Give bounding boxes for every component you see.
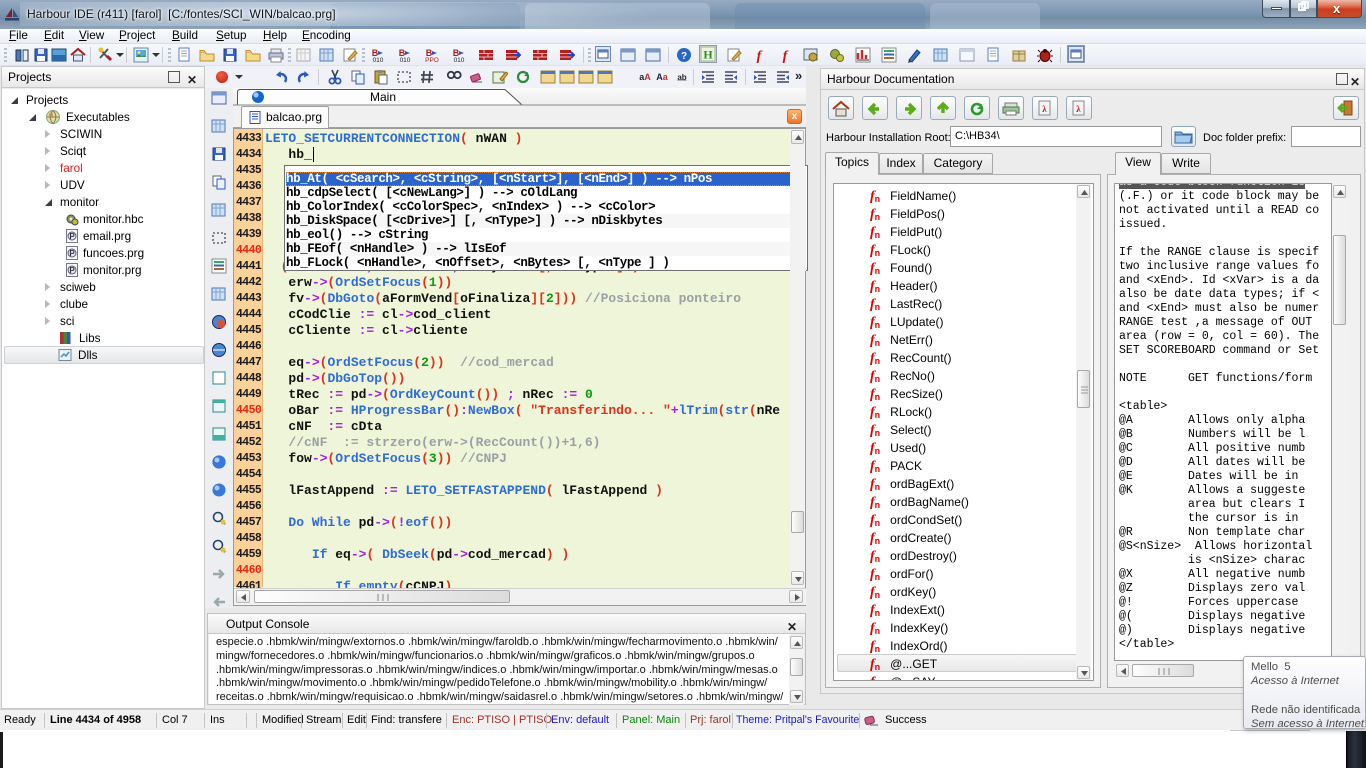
svg-text:P: P [69, 249, 75, 258]
svg-text:λ: λ [1076, 104, 1081, 114]
svg-text:f: f [783, 49, 789, 63]
svg-text:Main: Main [370, 90, 396, 104]
svg-text:λ: λ [1042, 104, 1047, 114]
svg-text:010: 010 [400, 57, 411, 63]
svg-text:P: P [69, 266, 75, 275]
svg-text:010: 010 [454, 57, 465, 63]
svg-text:P: P [69, 232, 75, 241]
svg-text:f: f [757, 49, 763, 63]
svg-text:PPO: PPO [425, 57, 439, 63]
svg-text:?: ? [681, 51, 687, 62]
svg-text:010: 010 [373, 57, 384, 63]
svg-text:H: H [703, 48, 713, 62]
